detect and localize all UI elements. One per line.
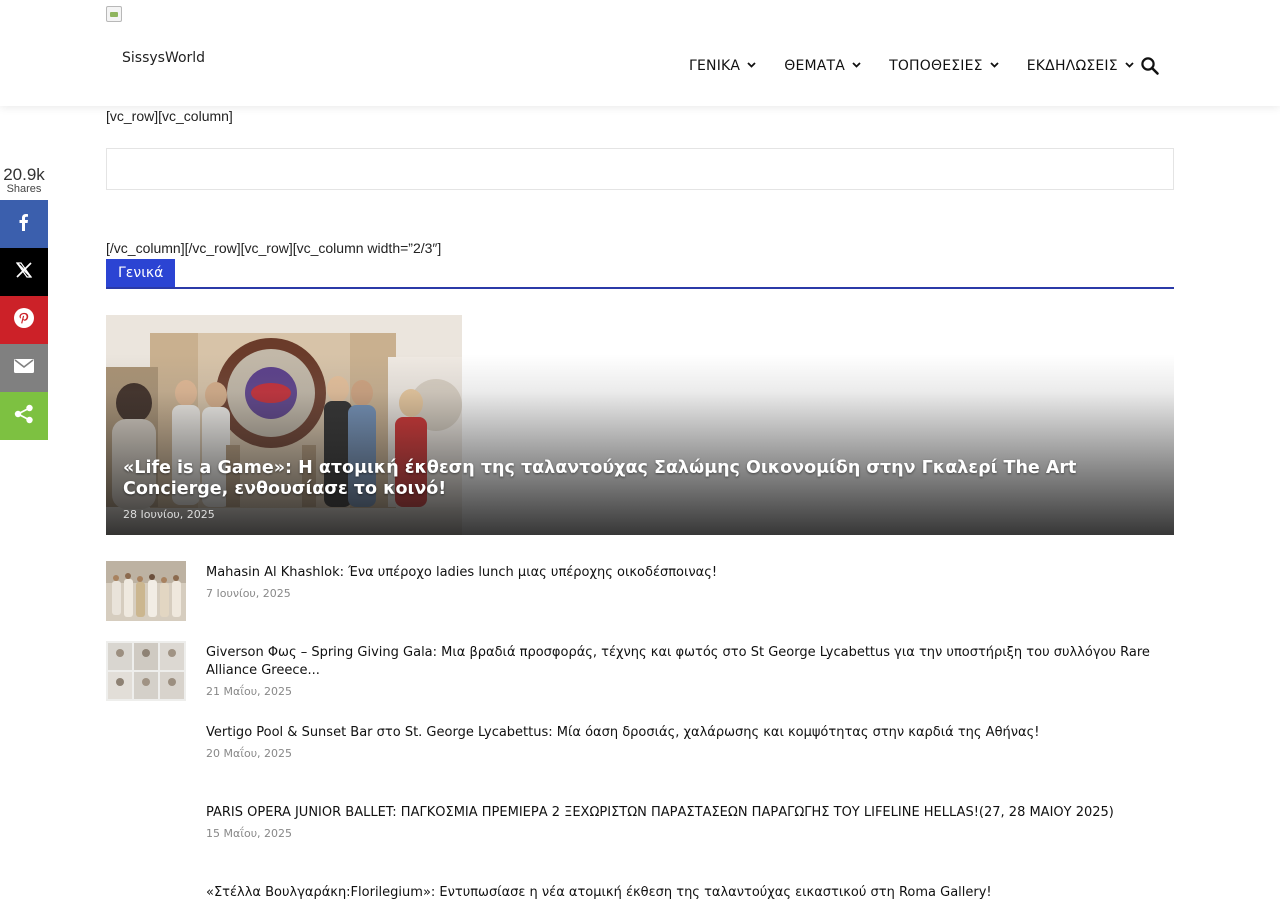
share-count: 20.9k Shares	[0, 165, 48, 195]
article-title[interactable]: Vertigo Pool & Sunset Bar στο St. George…	[206, 724, 1156, 742]
chevron-down-icon	[990, 60, 999, 71]
article-date: 15 Μαΐου, 2025	[206, 827, 293, 840]
nav-item-themata[interactable]: ΘΕΜΑΤΑ	[784, 58, 861, 74]
article-title[interactable]: Giverson Φως – Spring Giving Gala: Μια β…	[206, 644, 1156, 680]
search-icon[interactable]	[1140, 56, 1160, 76]
share-number: 20.9k	[3, 165, 45, 184]
share-facebook-button[interactable]	[0, 200, 48, 248]
nav-label: ΤΟΠΟΘΕΣΙΕΣ	[889, 58, 983, 74]
article-date: 20 Μαΐου, 2025	[206, 747, 293, 760]
share-email-button[interactable]	[0, 344, 48, 392]
share-x-button[interactable]	[0, 248, 48, 296]
empty-content-box	[106, 148, 1174, 190]
nav-label: ΘΕΜΑΤΑ	[784, 58, 846, 74]
email-icon	[13, 358, 35, 378]
shortcode-text-mid: [/vc_column][/vc_row][vc_row][vc_column …	[106, 240, 442, 256]
article-title[interactable]: «Στέλλα Βουλγαράκη:Florilegium»: Εντυπωσ…	[206, 884, 1156, 902]
nav-item-ekdiloseis[interactable]: ΕΚΔΗΛΩΣΕΙΣ	[1027, 58, 1134, 74]
site-header: SissysWorld ΓΕΝΙΚΑ ΘΕΜΑΤΑ ΤΟΠΟΘΕΣΙΕΣ ΕΚΔ…	[0, 0, 1280, 106]
block-title[interactable]: Γενικά	[106, 259, 176, 287]
nav-label: ΕΚΔΗΛΩΣΕΙΣ	[1026, 58, 1118, 74]
block-header: Γενικά	[106, 259, 1174, 289]
logo-image[interactable]	[106, 6, 122, 22]
article-title[interactable]: Mahasin Al Khashlok: Ένα υπέροχο ladies …	[206, 564, 1156, 582]
main-nav: ΓΕΝΙΚΑ ΘΕΜΑΤΑ ΤΟΠΟΘΕΣΙΕΣ ΕΚΔΗΛΩΣΕΙΣ	[689, 58, 1162, 74]
featured-gradient-overlay	[106, 315, 1174, 535]
featured-date: 28 Ιουνίου, 2025	[123, 508, 215, 521]
x-icon	[15, 261, 33, 283]
chevron-down-icon	[1125, 60, 1134, 71]
article-date: 7 Ιουνίου, 2025	[206, 587, 291, 600]
share-pinterest-button[interactable]	[0, 296, 48, 344]
article-title[interactable]: PARIS OPERA JUNIOR BALLET: ΠΑΓΚΟΣΜΙΑ ΠΡΕ…	[206, 804, 1156, 822]
nav-item-topothesies[interactable]: ΤΟΠΟΘΕΣΙΕΣ	[889, 58, 999, 74]
featured-title[interactable]: «Life is a Game»: Η ατομική έκθεση της τ…	[123, 458, 1163, 500]
pinterest-icon	[13, 307, 35, 333]
share-icon	[13, 403, 35, 429]
site-name[interactable]: SissysWorld	[122, 50, 205, 66]
facebook-icon	[14, 212, 34, 236]
nav-label: ΓΕΝΙΚΑ	[689, 58, 741, 74]
nav-item-genika[interactable]: ΓΕΝΙΚΑ	[689, 58, 756, 74]
chevron-down-icon	[852, 60, 861, 71]
share-label: Shares	[6, 183, 42, 195]
share-more-button[interactable]	[0, 392, 48, 440]
article-thumbnail[interactable]	[106, 561, 186, 621]
shortcode-text-top: [vc_row][vc_column]	[106, 108, 233, 124]
chevron-down-icon	[747, 60, 756, 71]
article-thumbnail[interactable]	[106, 641, 186, 701]
article-date: 21 Μαΐου, 2025	[206, 685, 293, 698]
featured-article[interactable]: «Life is a Game»: Η ατομική έκθεση της τ…	[106, 315, 1174, 535]
